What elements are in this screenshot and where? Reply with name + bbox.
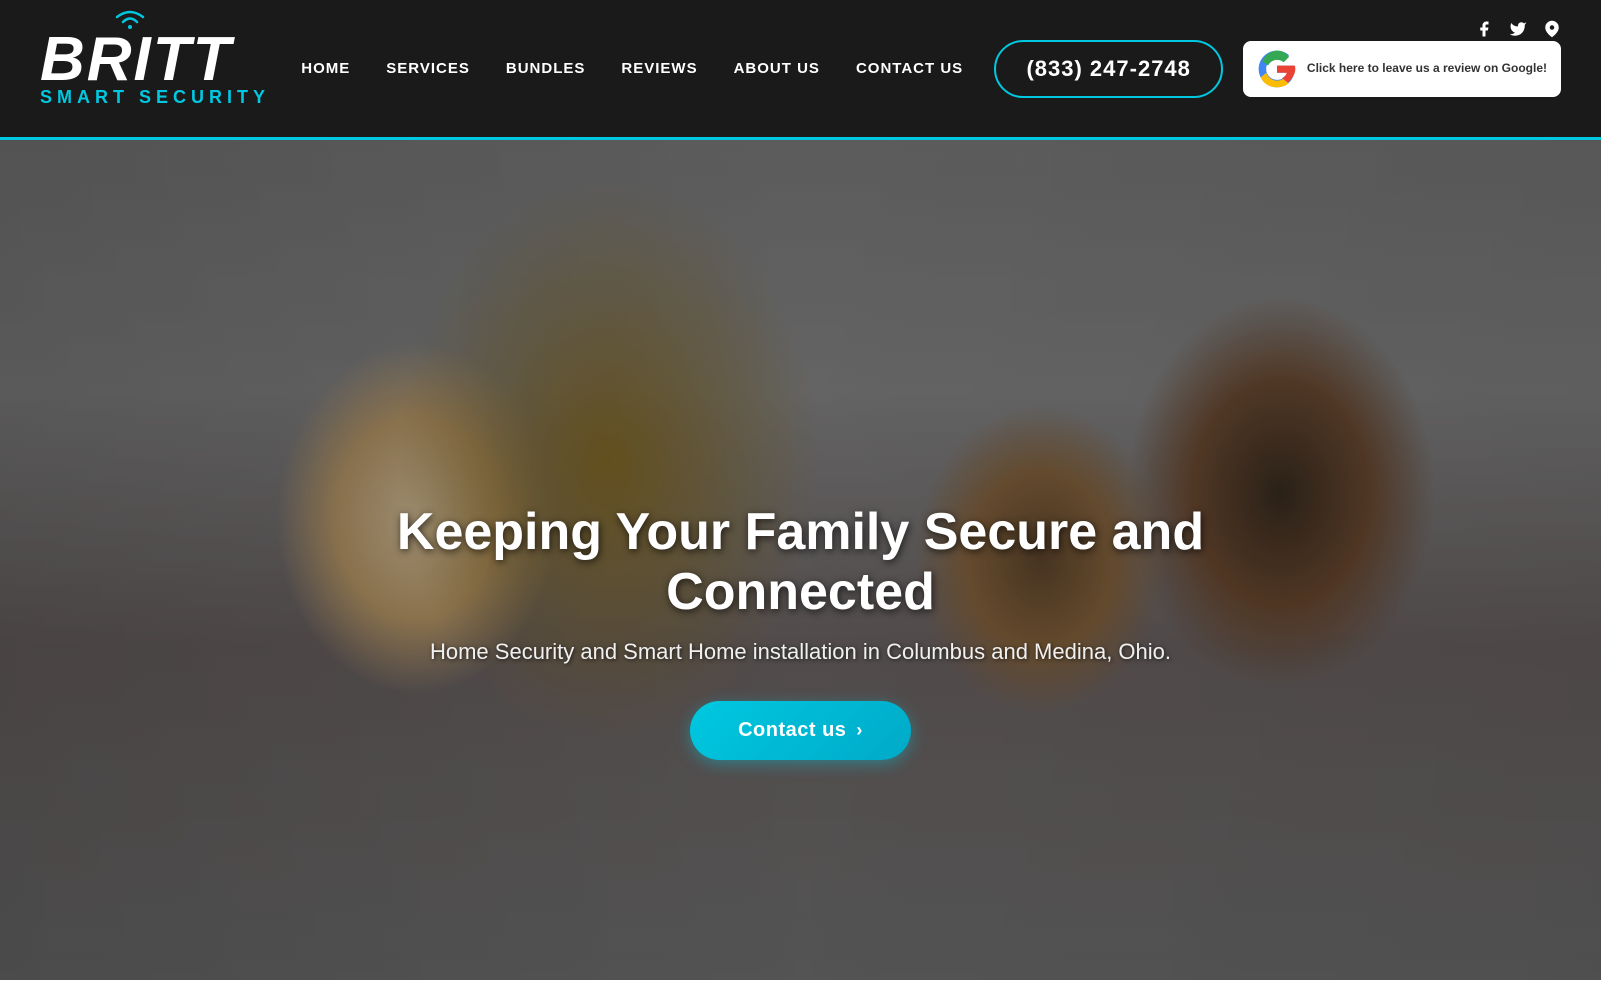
location-icon[interactable] xyxy=(1543,20,1561,43)
facebook-icon[interactable] xyxy=(1475,20,1493,43)
header-actions: (833) 247-2748 Click here to leave us a … xyxy=(994,40,1561,98)
main-nav: HOME SERVICES BUNDLES REVIEWS ABOUT US C… xyxy=(270,60,994,77)
nav-reviews[interactable]: REVIEWS xyxy=(621,60,697,77)
contact-btn-label: Contact us xyxy=(738,719,846,742)
hero-title: Keeping Your Family Secure and Connected xyxy=(351,503,1251,623)
hero-section: Keeping Your Family Secure and Connected… xyxy=(0,140,1601,980)
nav-contact[interactable]: CONTACT US xyxy=(856,60,963,77)
nav-bundles[interactable]: BUNDLES xyxy=(506,60,586,77)
hero-content: Keeping Your Family Secure and Connected… xyxy=(351,503,1251,760)
twitter-icon[interactable] xyxy=(1509,20,1527,43)
phone-button[interactable]: (833) 247-2748 xyxy=(994,40,1222,98)
nav-services[interactable]: SERVICES xyxy=(386,60,470,77)
nav-about[interactable]: ABOUT US xyxy=(734,60,820,77)
google-review-badge[interactable]: Click here to leave us a review on Googl… xyxy=(1243,41,1561,97)
google-review-text: Click here to leave us a review on Googl… xyxy=(1307,60,1547,77)
contact-us-button[interactable]: Contact us › xyxy=(690,701,911,760)
hero-subtitle: Home Security and Smart Home installatio… xyxy=(351,639,1251,665)
logo-area[interactable]: BRITT SMART SECURITY xyxy=(40,29,270,108)
google-g-icon xyxy=(1257,49,1297,89)
social-icons-bar xyxy=(1475,20,1561,43)
site-header: BRITT SMART SECURITY HOME SERVICES BUNDL… xyxy=(0,0,1601,140)
contact-btn-arrow: › xyxy=(856,720,863,741)
logo-brand: BRITT xyxy=(40,29,233,91)
nav-home[interactable]: HOME xyxy=(301,60,350,77)
